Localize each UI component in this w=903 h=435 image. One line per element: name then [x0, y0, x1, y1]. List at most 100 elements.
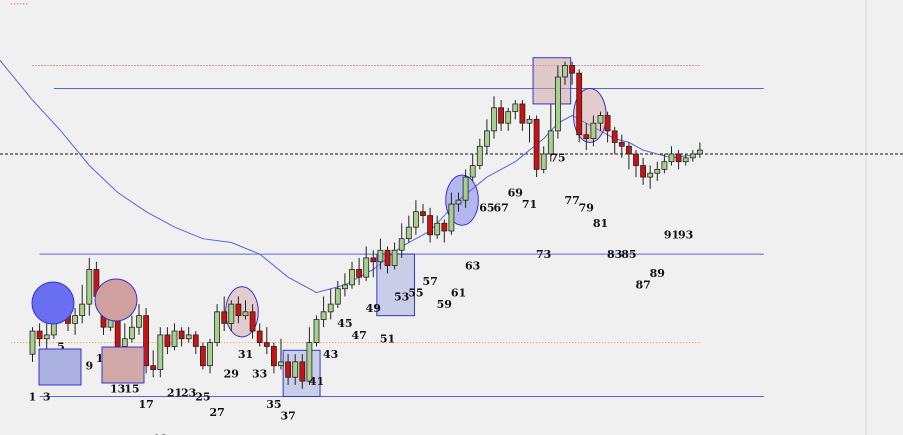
candle-up [242, 311, 249, 317]
candle-up [562, 65, 568, 78]
candle-up [341, 284, 348, 290]
candle-down [249, 311, 256, 332]
candle-up [72, 315, 78, 324]
candle-up [412, 211, 419, 228]
candle-down [618, 142, 625, 147]
candle-up [505, 111, 512, 124]
candle-down [441, 222, 448, 232]
candle-up [526, 118, 533, 124]
bar-number-label: 43 [323, 348, 338, 361]
candle-up [476, 145, 483, 166]
candle-down [576, 72, 583, 136]
bar-number-label: 71 [522, 198, 537, 211]
candle-up [86, 269, 93, 305]
candle-down [384, 249, 391, 267]
candle-down [370, 257, 377, 263]
candle-up [469, 165, 476, 178]
legend-square [38, 348, 82, 386]
candle-up [462, 176, 469, 201]
bar-number-label: 49 [366, 302, 381, 315]
candle-up [512, 103, 519, 113]
bar-number-label: 61 [451, 286, 466, 299]
legend-circle [31, 281, 75, 325]
candle-down [498, 107, 505, 124]
candle-up [121, 338, 128, 347]
candle-down [235, 303, 242, 317]
candle-up [590, 122, 597, 139]
candle-up [207, 342, 213, 367]
legend-circle-alt [94, 278, 138, 322]
candle-down [221, 311, 228, 324]
candle-down [263, 342, 270, 347]
bar-number-label: 13 [110, 383, 125, 396]
candle-up [171, 330, 178, 347]
candle-down [640, 165, 646, 178]
candle-up [278, 361, 284, 367]
candle-down [164, 334, 171, 347]
candle-up [398, 238, 405, 251]
bar-number-label: 53 [394, 290, 409, 303]
candle-up [349, 269, 355, 286]
candle-up [555, 76, 561, 132]
candle-up [292, 361, 299, 378]
bar-number-label: 75 [550, 152, 565, 165]
bar-number-label: 21 [167, 387, 182, 400]
candle-down [299, 361, 306, 382]
bar-number-label: 17 [138, 398, 153, 411]
candle-down [633, 153, 639, 166]
candle-up [391, 249, 398, 267]
candle-up [128, 326, 135, 340]
candle-up [185, 334, 192, 340]
bar-number-label: 69 [508, 186, 523, 199]
candle-down [150, 365, 157, 370]
bar-number-label: 85 [621, 248, 636, 261]
bar-number-label: 9 [85, 360, 93, 373]
bar-number-label: 51 [380, 333, 395, 346]
bar-number-label: 55 [408, 286, 423, 299]
candle-up [334, 288, 341, 305]
bar-number-label: 77 [564, 194, 579, 207]
bar-number-label: 89 [650, 267, 665, 280]
bar-number-label: 83 [607, 248, 622, 261]
bar-number-label: 65 [479, 202, 494, 215]
candle-down [675, 153, 682, 163]
bar-number-label: 3 [43, 390, 51, 403]
bar-number-label: 1 [29, 390, 37, 403]
candle-down [427, 215, 434, 236]
candle-up [136, 315, 142, 328]
candle-up [682, 157, 689, 163]
candle-down [626, 145, 632, 155]
candle-down [356, 269, 363, 278]
candlestick-chart: 1357911131517192123252729313335373941434… [0, 0, 903, 435]
candle-up [363, 257, 370, 278]
candle-up [434, 222, 441, 236]
bar-number-label: 79 [579, 202, 594, 215]
bar-number-label: 31 [238, 348, 253, 361]
candle-up [157, 334, 164, 370]
bar-number-label: 93 [678, 229, 693, 242]
candle-down [533, 118, 540, 170]
candle-down [192, 334, 199, 347]
bar-number-label: 29 [224, 367, 239, 380]
candle-down [199, 346, 206, 367]
bar-number-label: 15 [124, 383, 139, 396]
candle-down [569, 65, 575, 74]
candle-up [320, 311, 327, 320]
candle-down [519, 103, 526, 124]
candle-up [43, 334, 50, 340]
candle-up [228, 303, 235, 324]
bar-number-label: 37 [280, 410, 295, 423]
bar-number-label: 23 [181, 387, 196, 400]
bar-number-label: 73 [536, 248, 551, 261]
candle-up [597, 115, 604, 124]
candle-down [420, 211, 426, 216]
candle-up [540, 153, 547, 170]
candle-up [647, 172, 654, 178]
bar-number-label: 67 [493, 202, 508, 215]
bar-number-label: 35 [266, 398, 281, 411]
candle-down [604, 115, 611, 132]
candle-down [256, 330, 263, 344]
candle-up [483, 130, 490, 147]
bar-number-label: 27 [209, 406, 224, 419]
candle-up [654, 168, 661, 174]
